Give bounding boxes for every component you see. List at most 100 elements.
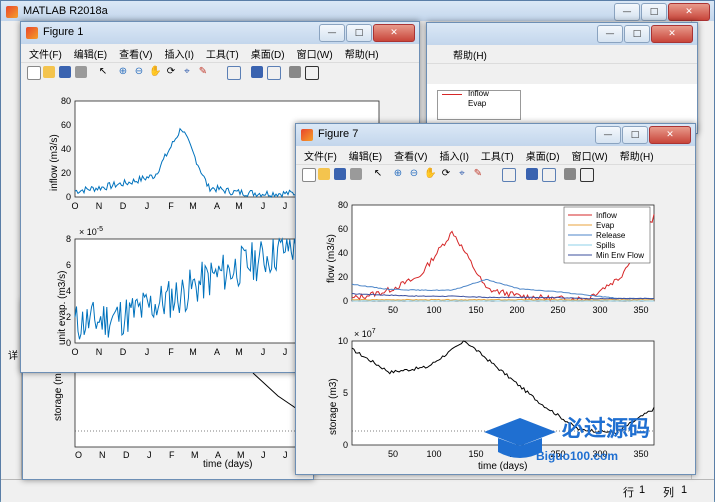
left-panel-label: 详: [8, 347, 18, 362]
colorbar-icon[interactable]: [251, 66, 263, 78]
colorbar-icon[interactable]: [526, 168, 538, 180]
watermark-logo: 必过源码 Biguo100.com: [476, 408, 686, 470]
menu-tools[interactable]: 工具(T): [206, 46, 239, 61]
fig1-bottom-exponent: × 10-5: [79, 226, 103, 237]
bg-minimize-button[interactable]: —: [597, 25, 623, 43]
x-tick-label: A: [214, 201, 220, 211]
figure7-maximize-button[interactable]: □: [622, 126, 648, 144]
fig1-top-ylabel: inflow (m3/s): [49, 134, 60, 191]
hide-tools-icon[interactable]: [289, 66, 301, 78]
menu-insert[interactable]: 插入(I): [164, 46, 193, 61]
x-tick-label: A: [214, 347, 220, 357]
left-side-panel: 详: [1, 21, 22, 479]
legend-icon[interactable]: [267, 66, 281, 80]
figure1-title: Figure 1: [43, 26, 83, 38]
zoom-in-icon[interactable]: ⊕: [392, 168, 404, 180]
menu-view[interactable]: 查看(V): [394, 148, 427, 163]
save-icon[interactable]: [334, 168, 346, 180]
menu-help[interactable]: 帮助(H): [345, 46, 379, 61]
data-cursor-icon[interactable]: ⌖: [456, 168, 468, 180]
fig1-top-yticks: 0 20 40 60 80: [61, 96, 71, 202]
legend-inflow: Inflow: [596, 211, 617, 220]
new-figure-icon[interactable]: [27, 66, 41, 80]
x-tick-label: F: [168, 347, 174, 357]
print-icon[interactable]: [350, 168, 362, 180]
figure1-menubar: 文件(F) 编辑(E) 查看(V) 插入(I) 工具(T) 桌面(D) 窗口(W…: [21, 44, 419, 62]
row-value: 1: [639, 484, 645, 496]
save-icon[interactable]: [59, 66, 71, 78]
menu-file[interactable]: 文件(F): [304, 148, 337, 163]
x-tick-label: 100: [426, 449, 441, 459]
main-close-button[interactable]: ✕: [668, 3, 710, 21]
figure1-maximize-button[interactable]: □: [346, 24, 372, 42]
bg-legend-evap: Evap: [468, 99, 486, 108]
new-figure-icon[interactable]: [302, 168, 316, 182]
bg-close-button[interactable]: ✕: [651, 25, 693, 43]
figure7-minimize-button[interactable]: —: [595, 126, 621, 144]
menu-edit[interactable]: 编辑(E): [74, 46, 107, 61]
fig7-top-yticks: 0 20 40 60 80: [338, 200, 348, 306]
background-figure-window[interactable]: — □ ✕ 帮助(H) Inflow Evap: [426, 22, 698, 134]
menu-insert[interactable]: 插入(I): [439, 148, 468, 163]
main-maximize-button[interactable]: □: [641, 3, 667, 21]
bg-maximize-button[interactable]: □: [624, 25, 650, 43]
x-tick-label: D: [120, 201, 127, 211]
figure1-minimize-button[interactable]: —: [319, 24, 345, 42]
zoom-out-icon[interactable]: ⊖: [133, 66, 145, 78]
col-value: 1: [681, 484, 687, 496]
x-tick-label: M: [189, 347, 197, 357]
legend-release: Release: [596, 231, 626, 240]
dock-icon[interactable]: [580, 168, 594, 182]
open-file-icon[interactable]: [318, 168, 330, 180]
select-arrow-icon[interactable]: ↖: [97, 66, 109, 78]
x-tick-label: 200: [509, 305, 524, 315]
bg-menu-help[interactable]: 帮助(H): [453, 47, 487, 62]
brush-icon[interactable]: ✎: [197, 66, 209, 78]
menu-view[interactable]: 查看(V): [119, 46, 152, 61]
y-tick-label: 40: [338, 248, 348, 258]
watermark-title: 必过源码: [562, 416, 650, 441]
pan-hand-icon[interactable]: ✋: [149, 66, 161, 78]
brush-icon[interactable]: ✎: [472, 168, 484, 180]
data-cursor-icon[interactable]: ⌖: [181, 66, 193, 78]
menu-tools[interactable]: 工具(T): [481, 148, 514, 163]
menu-edit[interactable]: 编辑(E): [349, 148, 382, 163]
fig7-top-ylabel: flow (m3/s): [326, 234, 337, 283]
x-tick-label: 100: [426, 305, 441, 315]
fig7-top-xticks: 50 100 150 200 250 300 350: [388, 305, 649, 315]
figure7-close-button[interactable]: ✕: [649, 126, 691, 144]
x-tick-label: M: [235, 201, 243, 211]
y-tick-label: 20: [61, 168, 71, 178]
legend-icon[interactable]: [542, 168, 556, 182]
zoom-in-icon[interactable]: ⊕: [117, 66, 129, 78]
figure1-close-button[interactable]: ✕: [373, 24, 415, 42]
select-arrow-icon[interactable]: ↖: [372, 168, 384, 180]
storage-xtick: D: [123, 450, 130, 460]
menu-desktop[interactable]: 桌面(D): [526, 148, 560, 163]
fig7-legend[interactable]: Inflow Evap Release Spills Min Env Flow: [564, 207, 650, 263]
storage-xtick: F: [169, 450, 175, 460]
fig7-bottom-ylabel: storage (m3): [328, 378, 339, 435]
x-tick-label: O: [71, 201, 78, 211]
main-minimize-button[interactable]: —: [614, 3, 640, 21]
open-file-icon[interactable]: [43, 66, 55, 78]
menu-window[interactable]: 窗口(W): [297, 46, 333, 61]
link-plot-icon[interactable]: [227, 66, 241, 80]
menu-desktop[interactable]: 桌面(D): [251, 46, 285, 61]
dock-icon[interactable]: [305, 66, 319, 80]
main-window-title: MATLAB R2018a: [23, 5, 108, 17]
hide-tools-icon[interactable]: [564, 168, 576, 180]
menu-window[interactable]: 窗口(W): [572, 148, 608, 163]
menu-help[interactable]: 帮助(H): [620, 148, 654, 163]
storage-xlabel: time (days): [203, 459, 252, 470]
zoom-out-icon[interactable]: ⊖: [408, 168, 420, 180]
link-plot-icon[interactable]: [502, 168, 516, 182]
storage-xtick: M: [237, 450, 245, 460]
x-tick-label: 250: [550, 305, 565, 315]
rotate-icon[interactable]: ⟳: [440, 168, 452, 180]
rotate-icon[interactable]: ⟳: [165, 66, 177, 78]
x-tick-label: F: [168, 201, 174, 211]
print-icon[interactable]: [75, 66, 87, 78]
menu-file[interactable]: 文件(F): [29, 46, 62, 61]
pan-hand-icon[interactable]: ✋: [424, 168, 436, 180]
